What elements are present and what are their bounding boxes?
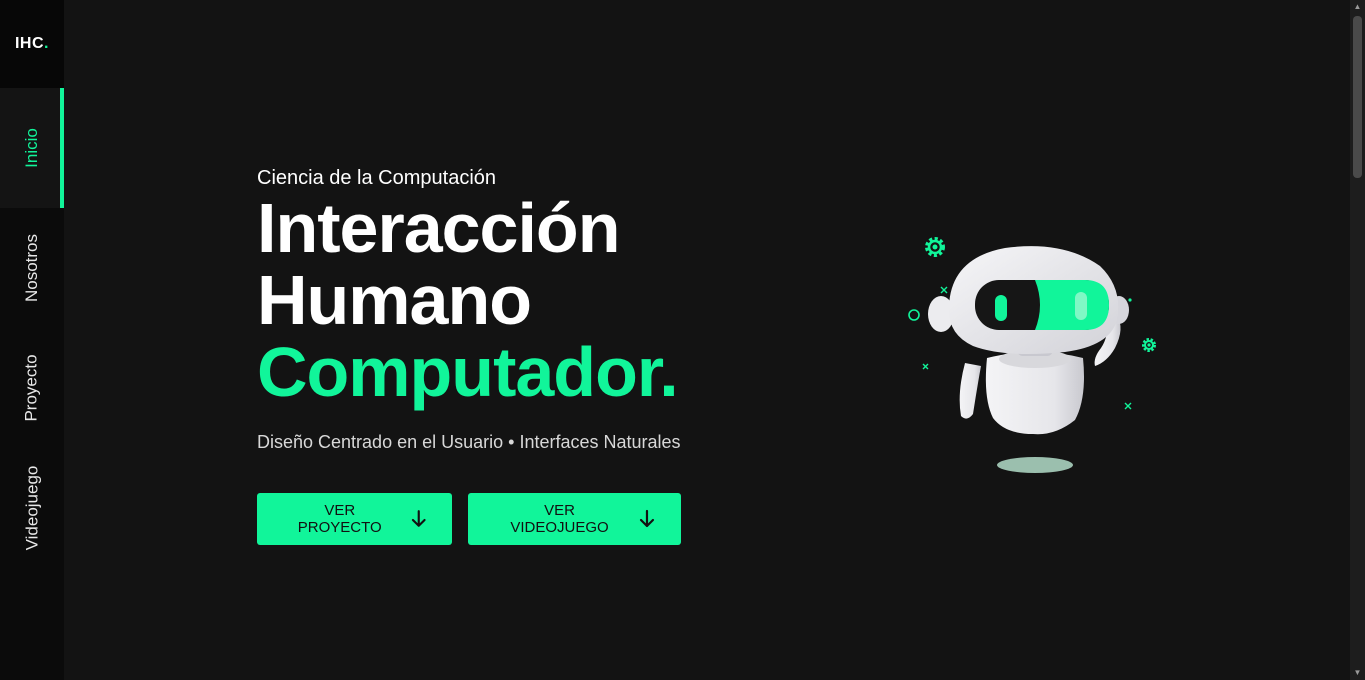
scrollbar[interactable]: ▲ ▼ xyxy=(1350,0,1365,680)
headline-line-2: Humano xyxy=(257,261,532,339)
ver-videojuego-label: VER VIDEOJUEGO xyxy=(510,502,609,536)
sidebar: IHC. Inicio Nosotros Proyecto Videojuego xyxy=(0,0,64,680)
sidebar-item-label: Proyecto xyxy=(22,354,41,422)
ver-proyecto-label: VER PROYECTO xyxy=(297,502,382,536)
logo[interactable]: IHC. xyxy=(0,0,64,88)
sidebar-item-inicio[interactable]: Inicio xyxy=(0,88,64,208)
sidebar-item-label: Nosotros xyxy=(22,233,41,303)
arrow-down-icon xyxy=(639,509,655,528)
hero-buttons: VER PROYECTO VER VIDEOJUEGO xyxy=(257,493,681,545)
scroll-up-icon[interactable]: ▲ xyxy=(1350,0,1365,14)
gear-icon xyxy=(925,237,945,257)
hero-subtitle: Diseño Centrado en el Usuario • Interfac… xyxy=(257,432,681,452)
sidebar-item-videojuego[interactable]: Videojuego xyxy=(0,448,64,568)
logo-dot: . xyxy=(44,35,49,52)
headline-line-1: Interacción xyxy=(257,189,620,267)
hero-section: Ciencia de la Computación Interacción Hu… xyxy=(257,166,681,545)
gear-icon xyxy=(1142,338,1156,352)
ver-videojuego-button[interactable]: VER VIDEOJUEGO xyxy=(468,493,681,545)
robot-icon xyxy=(908,237,1156,473)
logo-text: IHC xyxy=(14,35,45,52)
hero-kicker: Ciencia de la Computación xyxy=(257,167,497,189)
sidebar-item-label: Inicio xyxy=(22,128,41,168)
scroll-down-icon[interactable]: ▼ xyxy=(1350,666,1365,680)
sidebar-item-nosotros[interactable]: Nosotros xyxy=(0,208,64,328)
headline-accent: Computador. xyxy=(257,333,679,411)
app-window: IHC. Inicio Nosotros Proyecto Videojuego… xyxy=(0,0,1365,680)
sidebar-item-label: Videojuego xyxy=(22,465,41,551)
arrow-down-icon xyxy=(411,510,426,527)
scroll-thumb[interactable] xyxy=(1353,16,1362,178)
ver-proyecto-button[interactable]: VER PROYECTO xyxy=(257,493,452,545)
hero-headline: Interacción Humano Computador. xyxy=(257,192,681,408)
sidebar-item-proyecto[interactable]: Proyecto xyxy=(0,328,64,448)
